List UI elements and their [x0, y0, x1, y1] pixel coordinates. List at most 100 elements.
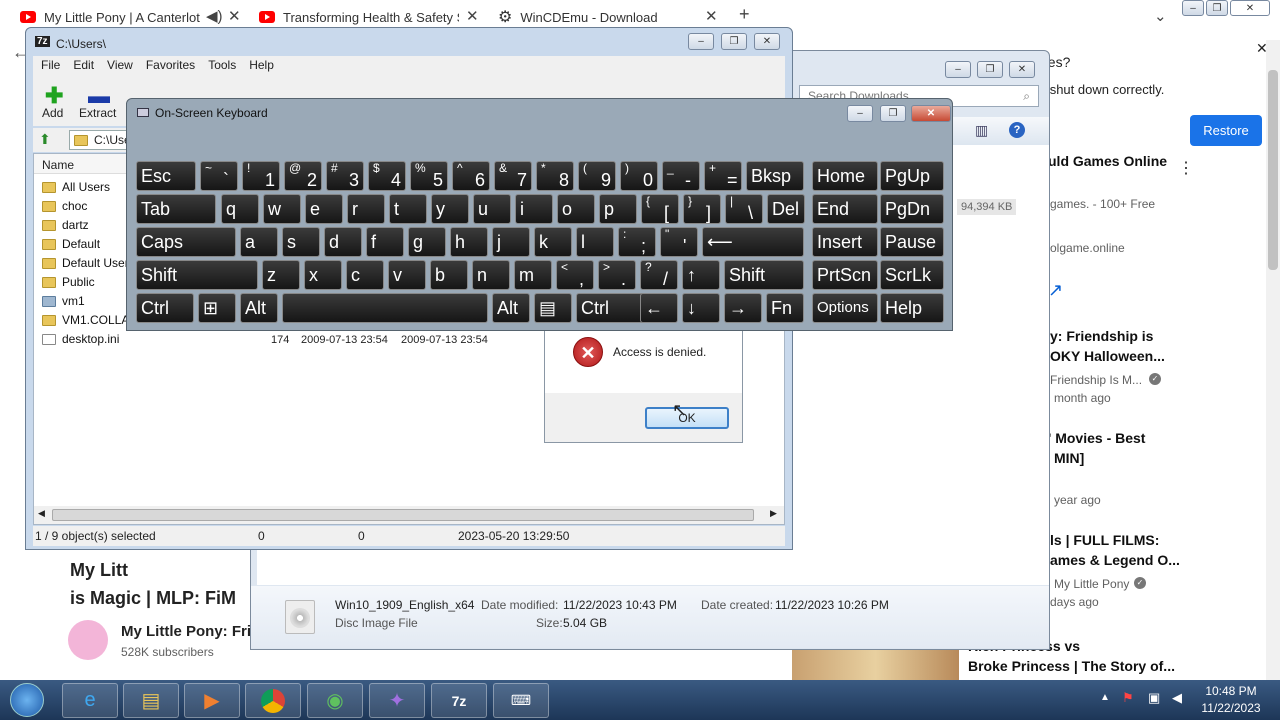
- key-j[interactable]: j: [492, 227, 530, 257]
- key-down-arrow[interactable]: ↓: [682, 293, 720, 323]
- list-item[interactable]: Default: [42, 235, 100, 253]
- external-link-icon[interactable]: ↗: [1048, 280, 1063, 301]
- maximize-button[interactable]: ❐: [721, 33, 747, 50]
- key-printscreen[interactable]: PrtScn: [812, 260, 878, 290]
- 7zip-taskbar-icon[interactable]: 7z: [431, 683, 487, 718]
- key-insert[interactable]: Insert: [812, 227, 878, 257]
- start-button[interactable]: [10, 683, 44, 717]
- key-equals[interactable]: + =: [704, 161, 742, 191]
- scrollbar-thumb[interactable]: [1268, 70, 1278, 270]
- key-help[interactable]: Help: [880, 293, 944, 323]
- key-backspace[interactable]: Bksp: [746, 161, 804, 191]
- key-enter[interactable]: ⟵: [702, 227, 804, 257]
- horizontal-scrollbar[interactable]: ◀ ▶: [34, 506, 784, 524]
- key-6[interactable]: ^ 6: [452, 161, 490, 191]
- menu-favorites[interactable]: Favorites: [146, 58, 195, 74]
- speaker-icon[interactable]: ◀): [206, 7, 223, 25]
- close-tab-icon[interactable]: ✕: [228, 7, 241, 25]
- close-icon[interactable]: ✕: [1230, 0, 1270, 16]
- key-windows[interactable]: ⊞: [198, 293, 236, 323]
- help-icon[interactable]: ?: [1009, 122, 1025, 138]
- key-7[interactable]: & 7: [494, 161, 532, 191]
- menu-help[interactable]: Help: [249, 58, 274, 74]
- scrollbar[interactable]: [1266, 40, 1280, 680]
- menu-edit[interactable]: Edit: [73, 58, 94, 74]
- list-item[interactable]: vm1: [42, 292, 85, 310]
- key-end[interactable]: End: [812, 194, 878, 224]
- chrome-icon[interactable]: [245, 683, 301, 718]
- restore-button[interactable]: Restore: [1190, 115, 1262, 146]
- list-item[interactable]: Public: [42, 273, 95, 291]
- more-options-icon[interactable]: ⋮: [1178, 158, 1194, 178]
- key-esc[interactable]: Esc: [136, 161, 196, 191]
- key-1[interactable]: ! 1: [242, 161, 280, 191]
- key-home[interactable]: Home: [812, 161, 878, 191]
- extract-button[interactable]: Extract: [79, 106, 116, 120]
- list-item[interactable]: choc: [42, 197, 87, 215]
- key-left-alt[interactable]: Alt: [240, 293, 278, 323]
- key-r[interactable]: r: [347, 194, 385, 224]
- tray-chevron-icon[interactable]: ▲: [1100, 692, 1110, 703]
- network-icon[interactable]: ▣: [1148, 690, 1160, 706]
- key-d[interactable]: d: [324, 227, 362, 257]
- key-y[interactable]: y: [431, 194, 469, 224]
- key-left-arrow[interactable]: ←: [640, 293, 678, 323]
- key-2[interactable]: @2: [284, 161, 322, 191]
- menu-file[interactable]: File: [41, 58, 60, 74]
- app-icon[interactable]: ✦: [369, 683, 425, 718]
- key-left-ctrl[interactable]: Ctrl: [136, 293, 194, 323]
- key-minus[interactable]: _ -: [662, 161, 700, 191]
- file-explorer-icon[interactable]: ▤: [123, 683, 179, 718]
- key-u[interactable]: u: [473, 194, 511, 224]
- download-manager-icon[interactable]: ◉: [307, 683, 363, 718]
- new-tab-icon[interactable]: +: [739, 4, 750, 25]
- list-item[interactable]: Default User: [42, 254, 129, 272]
- key-f[interactable]: f: [366, 227, 404, 257]
- close-tab-icon[interactable]: ✕: [466, 7, 479, 25]
- key-o[interactable]: o: [557, 194, 595, 224]
- key-e[interactable]: e: [305, 194, 343, 224]
- minimize-button[interactable]: –: [688, 33, 714, 50]
- preview-pane-icon[interactable]: ▥: [975, 122, 988, 139]
- key-pause[interactable]: Pause: [880, 227, 944, 257]
- key-period[interactable]: >.: [598, 260, 636, 290]
- key-pageup[interactable]: PgUp: [880, 161, 944, 191]
- key-3[interactable]: #3: [326, 161, 364, 191]
- media-player-icon[interactable]: ▶: [184, 683, 240, 718]
- key-v[interactable]: v: [388, 260, 426, 290]
- restore-icon[interactable]: ❐: [1206, 0, 1228, 16]
- key-9[interactable]: (9: [578, 161, 616, 191]
- list-item[interactable]: desktop.ini: [42, 330, 119, 348]
- key-quote[interactable]: " ': [660, 227, 698, 257]
- menu-view[interactable]: View: [107, 58, 133, 74]
- key-n[interactable]: n: [472, 260, 510, 290]
- key-k[interactable]: k: [534, 227, 572, 257]
- key-i[interactable]: i: [515, 194, 553, 224]
- key-delete[interactable]: Del: [767, 194, 805, 224]
- key-right-arrow[interactable]: →: [724, 293, 762, 323]
- key-rbracket[interactable]: }]: [683, 194, 721, 224]
- scroll-left-icon[interactable]: ◀: [38, 508, 45, 519]
- key-options[interactable]: Options: [812, 293, 878, 323]
- key-fn[interactable]: Fn: [766, 293, 804, 323]
- close-button[interactable]: ✕: [754, 33, 780, 50]
- key-tab[interactable]: Tab: [136, 194, 216, 224]
- key-t[interactable]: t: [389, 194, 427, 224]
- internet-explorer-icon[interactable]: e: [62, 683, 118, 718]
- key-q[interactable]: q: [221, 194, 259, 224]
- key-s[interactable]: s: [282, 227, 320, 257]
- key-up-arrow[interactable]: ↑: [682, 260, 720, 290]
- on-screen-keyboard-taskbar-icon[interactable]: ⌨: [493, 683, 549, 718]
- video-thumbnail[interactable]: [792, 650, 959, 680]
- key-l[interactable]: l: [576, 227, 614, 257]
- key-a[interactable]: a: [240, 227, 278, 257]
- key-right-alt[interactable]: Alt: [492, 293, 530, 323]
- key-semicolon[interactable]: :;: [618, 227, 656, 257]
- key-p[interactable]: p: [599, 194, 637, 224]
- scrollbar-thumb[interactable]: [52, 509, 754, 521]
- key-backslash[interactable]: | \: [725, 194, 763, 224]
- key-right-shift[interactable]: Shift: [724, 260, 804, 290]
- list-item[interactable]: dartz: [42, 216, 89, 234]
- list-item[interactable]: VM1.COLLAB: [42, 311, 137, 329]
- minimize-button[interactable]: –: [847, 105, 873, 122]
